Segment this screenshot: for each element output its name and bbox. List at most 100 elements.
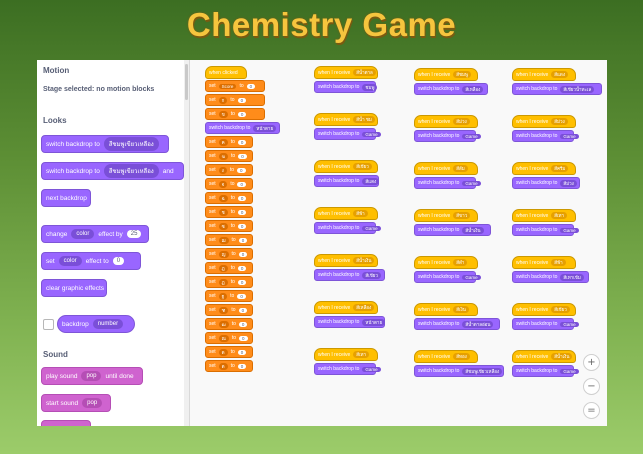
switch-backdrop-block[interactable]: switch backdrop to Game [414,177,481,189]
message-dropdown[interactable]: สีเขียว [353,163,372,170]
message-dropdown[interactable]: สีน้ำตาล [353,69,376,76]
when-i-receive-hat[interactable]: when I receive สีเขียว [314,160,378,173]
stop-all-sounds-block[interactable] [41,420,91,426]
value-input[interactable]: 0 [237,209,247,215]
backdrop-dropdown[interactable]: Game [462,133,481,139]
when-i-receive-hat[interactable]: when I receive สีชมพู [414,68,478,81]
message-dropdown[interactable]: สีม่วง [551,118,568,125]
set-variable-block[interactable]: set ญ to 0 [205,248,253,260]
switch-backdrop-block[interactable]: switch backdrop to สีเขียว [314,269,385,281]
set-variable-block[interactable]: set ฑ to 0 [205,304,253,316]
message-dropdown[interactable]: สีส้ม [453,165,468,172]
message-dropdown[interactable]: สีครีม [551,165,569,172]
switch-backdrop-block[interactable]: switch backdrop to ชมพู [314,81,378,93]
when-i-receive-hat[interactable]: when I receive สีดำ [414,256,478,269]
sound-dropdown[interactable]: pop [81,371,102,381]
variable-dropdown[interactable]: ด [218,348,228,356]
when-i-receive-hat[interactable]: when I receive สีฟ้า [512,256,576,269]
set-variable-block[interactable]: set ฌ to 0 [205,234,253,246]
script-area[interactable]: when clicked set Score to 0 set ก to 0 set ข to 0 sw… [190,60,607,426]
when-i-receive-hat[interactable]: when I receive สีเทา [314,348,378,361]
variable-dropdown[interactable]: ต [218,362,228,370]
variable-dropdown[interactable]: ก [218,96,228,104]
backdrop-dropdown[interactable]: สีเทาเข้ม [560,273,584,281]
start-sound-block[interactable]: start sound pop [41,394,111,412]
message-dropdown[interactable]: สีม่วง [453,118,470,125]
next-backdrop-block[interactable]: next backdrop [41,189,91,207]
set-variable-block[interactable]: set ฐ to 0 [205,290,253,302]
switch-backdrop-block[interactable]: switch backdrop to Game [414,130,481,142]
value-input[interactable]: 0 [238,251,248,257]
value-input[interactable]: 0 [246,83,256,89]
effect-amount-input[interactable]: 25 [126,230,142,238]
value-input[interactable]: 0 [237,223,247,229]
set-variable-block[interactable]: set ด to 0 [205,346,253,358]
value-input[interactable]: 0 [237,111,247,117]
backdrop-dropdown[interactable]: Game [560,321,579,327]
message-dropdown[interactable]: สีดำ [453,259,468,266]
backdrop-dropdown[interactable]: Game [462,274,481,280]
set-variable-block[interactable]: set ค to 0 [205,136,253,148]
effect-dropdown[interactable]: color [71,229,95,239]
sound-dropdown[interactable]: pop [82,398,103,408]
when-i-receive-hat[interactable]: when I receive สีม่วง [414,115,478,128]
value-input[interactable]: 0 [238,307,248,313]
message-dropdown[interactable]: สีเทา [353,351,370,358]
backdrop-dropdown[interactable]: สีม่วง [560,179,577,187]
message-dropdown[interactable]: สีน้ำ ชม [353,116,375,123]
message-dropdown[interactable]: สีแดง [551,71,569,78]
clear-graphic-effects-block[interactable]: clear graphic effects [41,279,107,297]
value-input[interactable]: 0 [239,335,248,341]
when-i-receive-hat[interactable]: when I receive สีครีม [512,162,576,175]
message-dropdown[interactable]: สีชมพู [453,71,471,78]
zoom-out-button[interactable]: − [583,378,600,395]
value-input[interactable]: 0 [237,181,246,187]
set-variable-block[interactable]: set ง to 0 [205,164,253,176]
backdrop-dropdown[interactable]: Game [560,133,579,139]
effect-dropdown[interactable]: color [58,256,82,266]
when-i-receive-hat[interactable]: when I receive สีส้ม [414,162,478,175]
value-input[interactable]: 0 [237,139,247,145]
switch-backdrop-block[interactable]: switch backdrop to สีแดง [314,175,380,187]
switch-backdrop-block[interactable]: switch backdrop to สีเทาเข้ม [512,271,589,283]
switch-backdrop-block[interactable]: switch backdrop to Game [414,271,481,283]
variable-dropdown[interactable]: ณ [218,334,229,342]
value-input[interactable]: 0 [237,195,247,201]
set-variable-block[interactable]: set จ to 0 [205,178,253,190]
set-variable-block[interactable]: set ช to 0 [205,206,253,218]
variable-dropdown[interactable]: ฎ [218,264,228,272]
variable-dropdown[interactable]: ข [218,110,228,118]
switch-backdrop-block[interactable]: switch backdrop to Game [314,128,381,140]
when-i-receive-hat[interactable]: when I receive สีเงิน [414,303,478,316]
backdrop-dropdown[interactable]: สีเหลือง [462,85,484,93]
backdrop-dropdown[interactable]: สีเขียวน้ำทะเล [560,85,595,93]
backdrop-reporter-block[interactable]: backdrop number [57,315,135,333]
when-flag-clicked-hat[interactable]: when clicked [205,66,247,79]
set-variable-block[interactable]: set ฒ to 0 [205,318,253,330]
switch-backdrop-block[interactable]: switch backdrop to หน้าตาย [314,316,386,328]
set-variable-block[interactable]: set ฎ to 0 [205,262,253,274]
set-variable-block[interactable]: set ต to 0 [205,360,253,372]
value-input[interactable]: 0 [237,97,247,103]
switch-backdrop-block[interactable]: switch backdrop to สีชมพูเขียวเหลือง [41,135,169,153]
backdrop-dropdown[interactable]: Game [560,227,579,233]
message-dropdown[interactable]: สีฟ้า [353,210,368,217]
set-variable-block[interactable]: set ข to 0 [205,108,265,120]
set-variable-block[interactable]: set ณ to 0 [205,332,253,344]
backdrop-dropdown[interactable]: สีเขียว [362,271,381,279]
set-variable-block[interactable]: set Score to 0 [205,80,265,92]
when-i-receive-hat[interactable]: when I receive สีม่วง [512,115,576,128]
backdrop-dropdown[interactable]: Game [560,368,579,374]
when-i-receive-hat[interactable]: when I receive สีแดง [512,68,576,81]
when-i-receive-hat[interactable]: when I receive สีทอง [414,350,478,363]
backdrop-attribute-dropdown[interactable]: number [92,319,124,329]
message-dropdown[interactable]: สีน้ำเงิน [353,257,375,264]
set-variable-block[interactable]: set ก to 0 [205,94,265,106]
backdrop-dropdown[interactable]: สีแดง [362,177,380,185]
zoom-in-button[interactable]: + [583,354,600,371]
backdrop-dropdown[interactable]: ชมพู [362,83,378,91]
variable-dropdown[interactable]: ฒ [218,320,229,328]
variable-dropdown[interactable]: ง [218,166,227,174]
play-sound-until-done-block[interactable]: play sound pop until done [41,367,143,385]
backdrop-dropdown[interactable]: Game [362,225,381,231]
